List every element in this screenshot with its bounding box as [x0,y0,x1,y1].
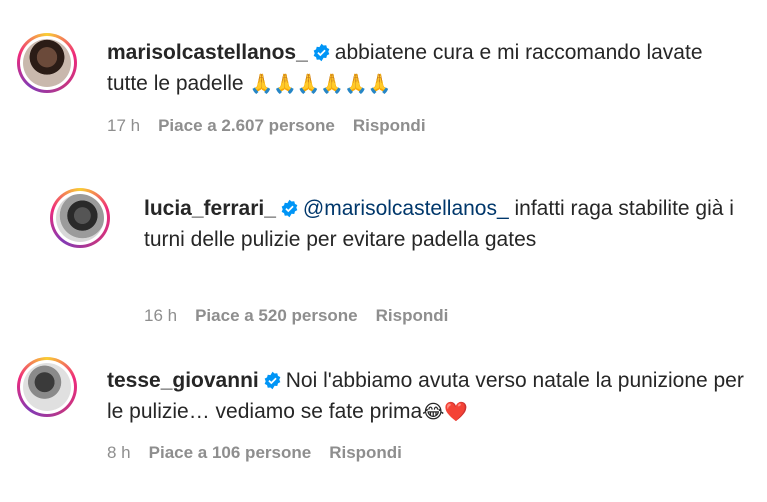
likes-count-link[interactable]: Piace a 520 persone [195,306,358,325]
pray-emoji: 🙏🙏🙏🙏🙏🙏 [249,73,392,95]
comment-username[interactable]: marisolcastellanos_ [107,41,308,64]
avatar[interactable] [17,33,77,93]
comment-timestamp[interactable]: 17 h [107,116,140,135]
comment-username[interactable]: tesse_giovanni [107,369,259,392]
reply-button[interactable]: Rispondi [329,443,402,462]
verified-badge-icon [313,43,330,62]
reply-button[interactable]: Rispondi [376,306,449,325]
laugh-heart-emoji: 😂❤️ [422,401,469,423]
mention-link[interactable]: @marisolcastellanos_ [303,197,509,220]
likes-count-link[interactable]: Piace a 2.607 persone [158,116,335,135]
avatar[interactable] [17,357,77,417]
avatar[interactable] [50,188,110,248]
verified-badge-icon [281,199,298,218]
comment-timestamp[interactable]: 16 h [144,306,177,325]
verified-badge-icon [264,371,281,390]
comment-username[interactable]: lucia_ferrari_ [144,197,276,220]
likes-count-link[interactable]: Piace a 106 persone [149,443,312,462]
reply-button[interactable]: Rispondi [353,116,426,135]
comment-timestamp[interactable]: 8 h [107,443,131,462]
